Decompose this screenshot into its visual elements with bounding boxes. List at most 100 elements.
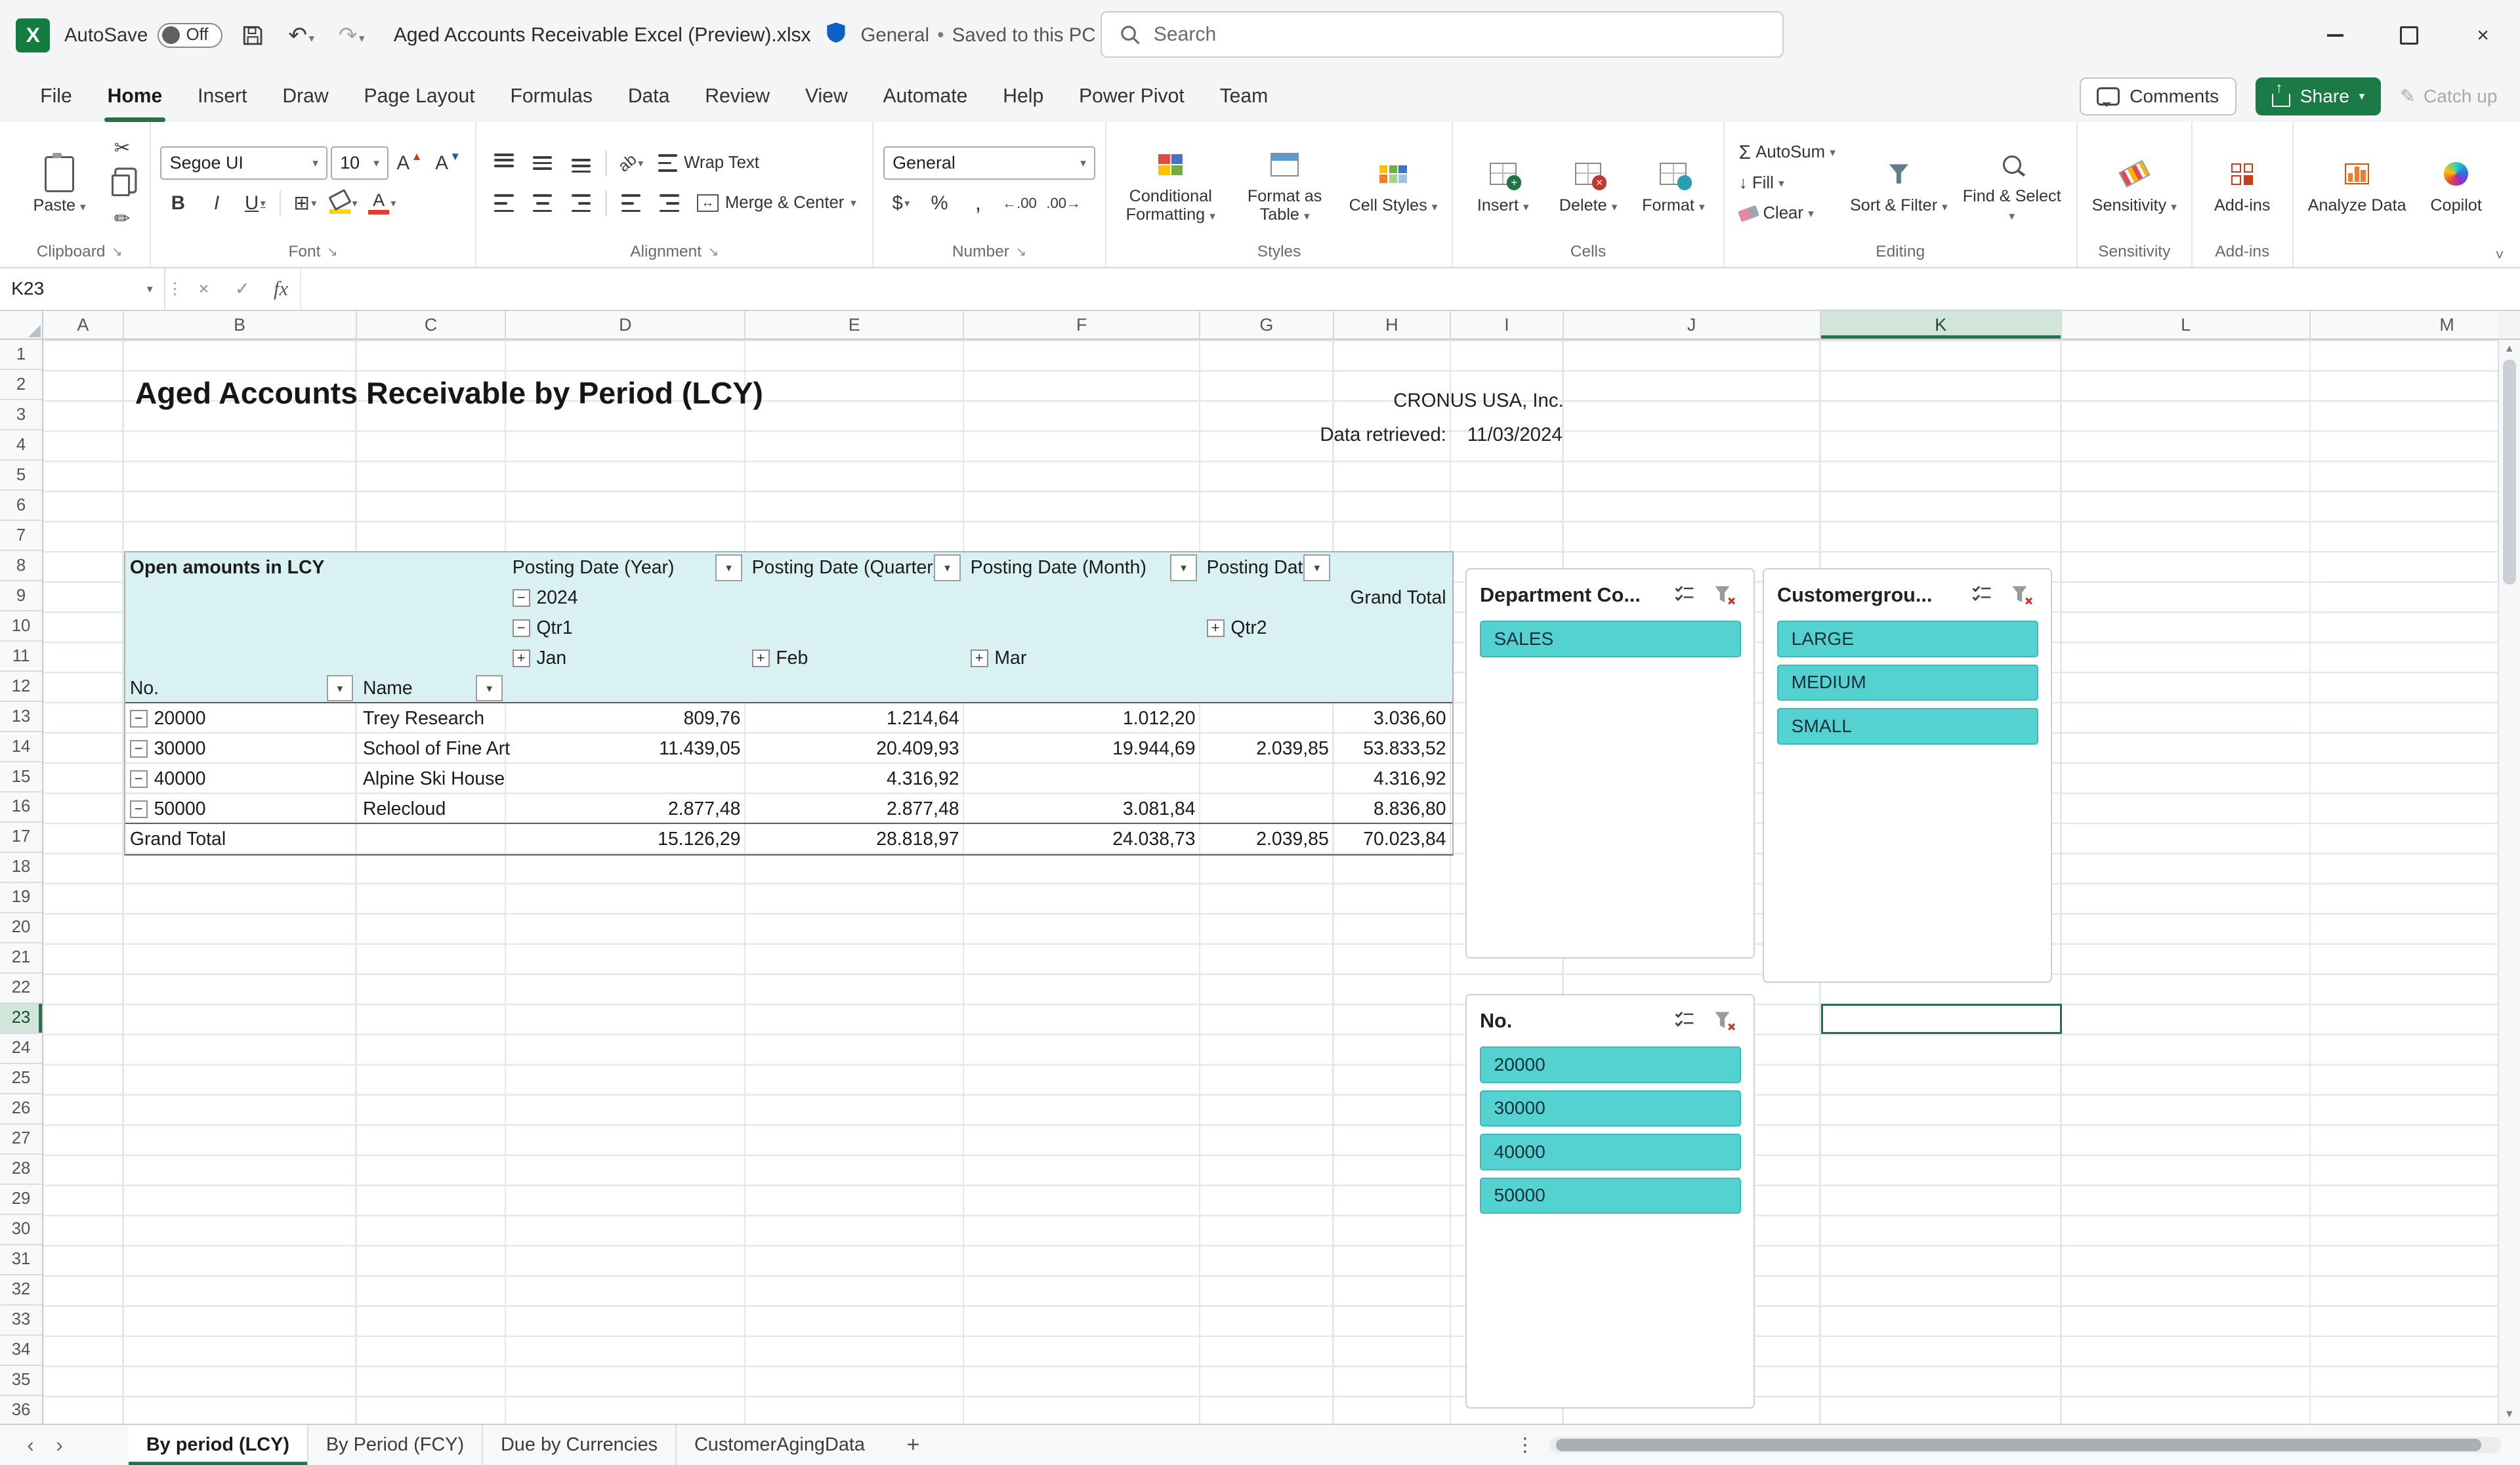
filter-dropdown-button[interactable]: ▾ — [327, 675, 354, 702]
horizontal-scrollbar[interactable] — [1549, 1437, 2501, 1453]
column-header-J[interactable]: J — [1564, 311, 1821, 339]
catch-up-button[interactable]: ✎ Catch up — [2400, 85, 2498, 107]
collapse-icon[interactable]: − — [130, 800, 148, 818]
vertical-scroll-thumb[interactable] — [2503, 360, 2516, 585]
multi-select-icon[interactable] — [1965, 581, 1998, 609]
column-header-A[interactable]: A — [43, 311, 123, 339]
copilot-button[interactable]: Copilot — [2416, 150, 2496, 217]
name-box-resize-handle[interactable]: ⋮ — [165, 268, 184, 310]
cancel-icon[interactable]: × — [184, 268, 223, 310]
fill-color-button[interactable]: ▾ — [326, 186, 362, 220]
row-header-32[interactable]: 32 — [0, 1275, 42, 1306]
sheet-tab-overflow-icon[interactable]: ⋮ — [1511, 1434, 1540, 1456]
increase-indent-button[interactable] — [652, 186, 687, 220]
number-format-select[interactable]: General▾ — [883, 146, 1095, 180]
row-header-26[interactable]: 26 — [0, 1094, 42, 1125]
merge-center-button[interactable]: ↔Merge & Center▾ — [690, 186, 863, 220]
sensitivity-button[interactable]: Sensitivity ▾ — [2087, 150, 2181, 217]
increase-decimal-button[interactable]: ←.00 — [999, 186, 1040, 220]
pivot-field-posting-date-year[interactable]: Posting Date (Year)▾ — [507, 552, 747, 583]
cut-button[interactable]: ✂ — [104, 131, 140, 165]
format-painter-button[interactable]: ✏ — [104, 201, 140, 235]
collapse-icon[interactable]: − — [130, 710, 148, 728]
addins-button[interactable]: Add-ins — [2202, 150, 2282, 217]
underline-button[interactable]: U▾ — [238, 186, 273, 220]
row-header-10[interactable]: 10 — [0, 611, 42, 642]
name-box[interactable]: K23▾ — [0, 268, 165, 310]
slicer-item-large[interactable]: LARGE — [1777, 621, 2038, 657]
slicer-item-sales[interactable]: SALES — [1480, 621, 1741, 657]
italic-button[interactable]: I — [199, 186, 234, 220]
column-header-H[interactable]: H — [1334, 311, 1452, 339]
alignment-dialog-launcher-icon[interactable]: ↘ — [708, 244, 719, 260]
slicer-item-30000[interactable]: 30000 — [1480, 1090, 1741, 1126]
vertical-scrollbar[interactable]: ▲ ▼ — [2498, 340, 2520, 1424]
ribbon-tab-help[interactable]: Help — [985, 71, 1061, 122]
font-size-select[interactable]: 10▾ — [331, 146, 388, 180]
bottom-align-button[interactable] — [564, 146, 599, 180]
add-sheet-button[interactable]: + — [895, 1432, 931, 1458]
decrease-indent-button[interactable] — [613, 186, 648, 220]
pivot-table[interactable]: Open amounts in LCYPosting Date (Year)▾P… — [124, 551, 1454, 856]
cells-layer[interactable]: Aged Accounts Receivable by Period (LCY)… — [43, 340, 2497, 1424]
decrease-font-size-button[interactable]: A▼ — [430, 146, 466, 180]
share-button[interactable]: Share ▾ — [2256, 77, 2381, 116]
slicer-item-medium[interactable]: MEDIUM — [1777, 665, 2038, 701]
top-align-button[interactable] — [486, 146, 522, 180]
row-header-20[interactable]: 20 — [0, 913, 42, 943]
format-as-table-button[interactable]: Format as Table ▾ — [1230, 140, 1339, 226]
copy-button[interactable] — [104, 166, 140, 199]
ribbon-tab-page-layout[interactable]: Page Layout — [346, 71, 493, 122]
row-header-6[interactable]: 6 — [0, 491, 42, 521]
delete-cells-button[interactable]: Delete ▾ — [1548, 150, 1628, 217]
undo-button[interactable]: ↶▾ — [284, 19, 319, 52]
pivot-field-posting-date[interactable]: Posting Date▾ — [1202, 552, 1335, 583]
slicer-customer-group[interactable]: Customergrou... LARGEMEDIUMSMALL — [1763, 568, 2052, 983]
sheet-tab-by-period-fcy[interactable]: By Period (FCY) — [307, 1425, 482, 1465]
formula-input[interactable] — [300, 268, 2519, 310]
find-select-button[interactable]: Find & Select ▾ — [1957, 140, 2067, 226]
ribbon-tab-formulas[interactable]: Formulas — [493, 71, 610, 122]
column-header-L[interactable]: L — [2062, 311, 2311, 339]
number-dialog-launcher-icon[interactable]: ↘ — [1016, 244, 1026, 260]
search-box[interactable]: Search — [1101, 11, 1784, 58]
row-header-34[interactable]: 34 — [0, 1336, 42, 1366]
row-header-30[interactable]: 30 — [0, 1215, 42, 1245]
bold-button[interactable]: B — [160, 186, 196, 220]
orientation-button[interactable]: ab▾ — [613, 146, 648, 180]
clear-filter-icon[interactable] — [2006, 581, 2038, 609]
expand-icon[interactable]: + — [1207, 619, 1225, 637]
insert-function-icon[interactable]: fx — [262, 268, 301, 310]
ribbon-tab-review[interactable]: Review — [687, 71, 788, 122]
slicer-department-code[interactable]: Department Co... SALES — [1465, 568, 1755, 959]
expand-icon[interactable]: + — [971, 650, 988, 667]
align-left-button[interactable] — [486, 186, 522, 220]
document-title[interactable]: Aged Accounts Receivable Excel (Preview)… — [394, 24, 811, 47]
pivot-name-header[interactable]: Name▾ — [358, 673, 508, 703]
insert-cells-button[interactable]: Insert ▾ — [1463, 150, 1543, 217]
font-dialog-launcher-icon[interactable]: ↘ — [327, 244, 337, 260]
expand-icon[interactable]: + — [513, 650, 530, 667]
maximize-button[interactable] — [2372, 0, 2446, 71]
sort-filter-button[interactable]: Sort & Filter ▾ — [1845, 150, 1952, 217]
sheet-tab-active[interactable]: By period (LCY) — [129, 1425, 307, 1465]
ribbon-tab-insert[interactable]: Insert — [180, 71, 264, 122]
collapse-icon[interactable]: − — [130, 740, 148, 758]
scroll-up-icon[interactable]: ▲ — [2504, 343, 2515, 355]
collapse-icon[interactable]: − — [513, 589, 530, 607]
column-header-F[interactable]: F — [964, 311, 1200, 339]
font-color-button[interactable]: A▾ — [364, 186, 400, 220]
row-header-35[interactable]: 35 — [0, 1366, 42, 1396]
autosum-button[interactable]: ΣAutoSum▾ — [1734, 137, 1840, 168]
column-header-B[interactable]: B — [124, 311, 357, 339]
row-header-4[interactable]: 4 — [0, 430, 42, 461]
row-header-18[interactable]: 18 — [0, 853, 42, 883]
filter-dropdown-button[interactable]: ▾ — [715, 554, 742, 581]
clear-filter-icon[interactable] — [1709, 1006, 1741, 1035]
analyze-data-button[interactable]: Analyze Data — [2303, 150, 2411, 217]
row-header-22[interactable]: 22 — [0, 974, 42, 1004]
multi-select-icon[interactable] — [1668, 1006, 1700, 1035]
horizontal-scroll-thumb[interactable] — [1556, 1439, 2482, 1452]
row-header-15[interactable]: 15 — [0, 762, 42, 793]
row-header-5[interactable]: 5 — [0, 461, 42, 491]
